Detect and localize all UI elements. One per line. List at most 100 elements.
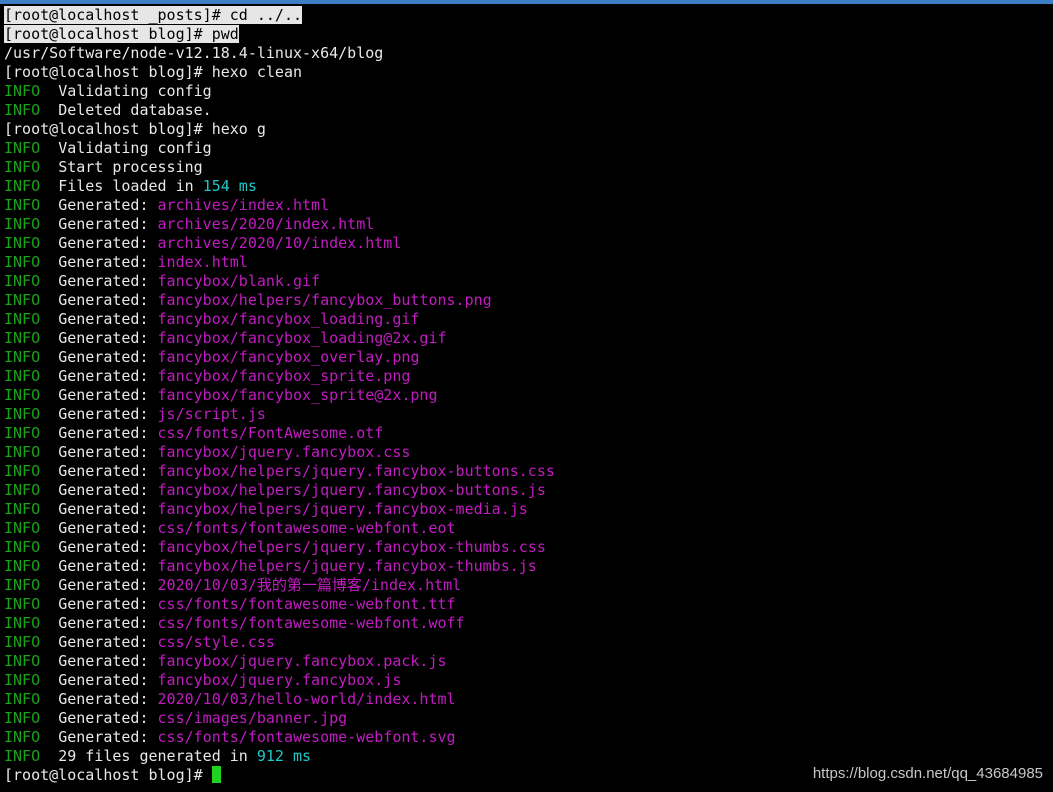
generated-path: archives/index.html bbox=[157, 196, 330, 214]
generated-path: css/fonts/fontawesome-webfont.woff bbox=[157, 614, 465, 632]
output-line: INFO Generated: index.html bbox=[0, 253, 1053, 272]
generated-label: Generated: bbox=[58, 652, 158, 670]
generated-label: Generated: bbox=[58, 576, 158, 594]
log-message: Files loaded in bbox=[58, 177, 203, 195]
generated-path: fancybox/fancybox_sprite@2x.png bbox=[157, 386, 438, 404]
log-level: INFO bbox=[4, 690, 41, 708]
generated-label: Generated: bbox=[58, 272, 158, 290]
generated-label: Generated: bbox=[58, 310, 158, 328]
cursor[interactable] bbox=[211, 766, 221, 783]
output-line: INFO Generated: css/fonts/fontawesome-we… bbox=[0, 519, 1053, 538]
generated-label: Generated: bbox=[58, 538, 158, 556]
log-level: INFO bbox=[4, 310, 41, 328]
generated-label: Generated: bbox=[58, 500, 158, 518]
generated-label: Generated: bbox=[58, 329, 158, 347]
generated-path: css/fonts/fontawesome-webfont.ttf bbox=[157, 595, 456, 613]
log-level: INFO bbox=[4, 614, 41, 632]
log-message: 29 files generated in bbox=[58, 747, 257, 765]
log-level: INFO bbox=[4, 234, 41, 252]
generated-path: 2020/10/03/我的第一篇博客/index.html bbox=[157, 576, 462, 594]
command-line: [root@localhost _posts]# cd ../.. bbox=[0, 6, 1053, 25]
generated-path: 2020/10/03/hello-world/index.html bbox=[157, 690, 456, 708]
log-level: INFO bbox=[4, 671, 41, 689]
output-line: INFO Generated: fancybox/jquery.fancybox… bbox=[0, 652, 1053, 671]
log-level: INFO bbox=[4, 177, 41, 195]
generated-path: fancybox/blank.gif bbox=[157, 272, 321, 290]
output-line: /usr/Software/node-v12.18.4-linux-x64/bl… bbox=[0, 44, 1053, 63]
output-line: INFO Generated: css/style.css bbox=[0, 633, 1053, 652]
generated-label: Generated: bbox=[58, 709, 158, 727]
generated-path: fancybox/fancybox_overlay.png bbox=[157, 348, 420, 366]
generated-path: fancybox/helpers/fancybox_buttons.png bbox=[157, 291, 492, 309]
log-level: INFO bbox=[4, 728, 41, 746]
command-line: [root@localhost blog]# hexo g bbox=[0, 120, 1053, 139]
generated-path: css/style.css bbox=[157, 633, 275, 651]
command-text: [root@localhost blog]# hexo clean bbox=[4, 63, 303, 81]
generated-path: fancybox/helpers/jquery.fancybox-media.j… bbox=[157, 500, 528, 518]
output-line: INFO Generated: fancybox/fancybox_sprite… bbox=[0, 367, 1053, 386]
generated-label: Generated: bbox=[58, 728, 158, 746]
output-line: INFO Generated: fancybox/jquery.fancybox… bbox=[0, 443, 1053, 462]
log-level: INFO bbox=[4, 633, 41, 651]
generated-path: fancybox/helpers/jquery.fancybox-buttons… bbox=[157, 462, 555, 480]
generated-path: css/fonts/fontawesome-webfont.svg bbox=[157, 728, 456, 746]
generated-label: Generated: bbox=[58, 633, 158, 651]
output-line: INFO Generated: fancybox/helpers/jquery.… bbox=[0, 500, 1053, 519]
generated-path: fancybox/helpers/jquery.fancybox-buttons… bbox=[157, 481, 546, 499]
output-line: INFO Generated: fancybox/helpers/jquery.… bbox=[0, 538, 1053, 557]
log-level: INFO bbox=[4, 576, 41, 594]
output-line: INFO Generated: css/images/banner.jpg bbox=[0, 709, 1053, 728]
generated-path: archives/2020/10/index.html bbox=[157, 234, 402, 252]
terminal-window[interactable]: [root@localhost _posts]# cd ../.. [root@l… bbox=[0, 0, 1053, 792]
output-line: INFO Validating config bbox=[0, 82, 1053, 101]
generated-label: Generated: bbox=[58, 367, 158, 385]
generated-label: Generated: bbox=[58, 462, 158, 480]
output-line: INFO Generated: js/script.js bbox=[0, 405, 1053, 424]
generated-label: Generated: bbox=[58, 614, 158, 632]
output-line: INFO Generated: fancybox/helpers/fancybo… bbox=[0, 291, 1053, 310]
log-level: INFO bbox=[4, 101, 41, 119]
log-level: INFO bbox=[4, 405, 41, 423]
log-level: INFO bbox=[4, 538, 41, 556]
command-line: [root@localhost blog]# hexo clean bbox=[0, 63, 1053, 82]
log-level: INFO bbox=[4, 215, 41, 233]
watermark: https://blog.csdn.net/qq_43684985 bbox=[812, 765, 1043, 782]
generated-label: Generated: bbox=[58, 519, 158, 537]
generated-label: Generated: bbox=[58, 595, 158, 613]
output-line: INFO Generated: fancybox/blank.gif bbox=[0, 272, 1053, 291]
generated-path: fancybox/helpers/jquery.fancybox-thumbs.… bbox=[157, 538, 546, 556]
generated-path: fancybox/fancybox_loading.gif bbox=[157, 310, 420, 328]
log-level: INFO bbox=[4, 443, 41, 461]
output-line: INFO Generated: fancybox/helpers/jquery.… bbox=[0, 557, 1053, 576]
generated-label: Generated: bbox=[58, 424, 158, 442]
log-level: INFO bbox=[4, 348, 41, 366]
log-level: INFO bbox=[4, 253, 41, 271]
output-line: INFO Generated: fancybox/fancybox_sprite… bbox=[0, 386, 1053, 405]
generated-label: Generated: bbox=[58, 405, 158, 423]
log-message: Validating config bbox=[58, 82, 212, 100]
log-message: Start processing bbox=[58, 158, 203, 176]
duration-value: 912 ms bbox=[256, 747, 312, 765]
prompt-text: [root@localhost blog]# bbox=[4, 766, 212, 784]
log-level: INFO bbox=[4, 519, 41, 537]
generated-label: Generated: bbox=[58, 386, 158, 404]
log-level: INFO bbox=[4, 424, 41, 442]
log-level: INFO bbox=[4, 462, 41, 480]
log-level: INFO bbox=[4, 272, 41, 290]
output-line: INFO Generated: archives/2020/10/index.h… bbox=[0, 234, 1053, 253]
log-level: INFO bbox=[4, 709, 41, 727]
generated-path: fancybox/jquery.fancybox.js bbox=[157, 671, 402, 689]
log-level: INFO bbox=[4, 557, 41, 575]
generated-path: js/script.js bbox=[157, 405, 266, 423]
generated-label: Generated: bbox=[58, 196, 158, 214]
output-line: INFO Generated: css/fonts/fontawesome-we… bbox=[0, 614, 1053, 633]
output-line: INFO Generated: fancybox/fancybox_loadin… bbox=[0, 329, 1053, 348]
output-line: INFO Start processing bbox=[0, 158, 1053, 177]
log-level: INFO bbox=[4, 500, 41, 518]
log-level: INFO bbox=[4, 82, 41, 100]
log-level: INFO bbox=[4, 196, 41, 214]
generated-label: Generated: bbox=[58, 690, 158, 708]
generated-label: Generated: bbox=[58, 348, 158, 366]
generated-path: fancybox/jquery.fancybox.css bbox=[157, 443, 411, 461]
generated-label: Generated: bbox=[58, 234, 158, 252]
